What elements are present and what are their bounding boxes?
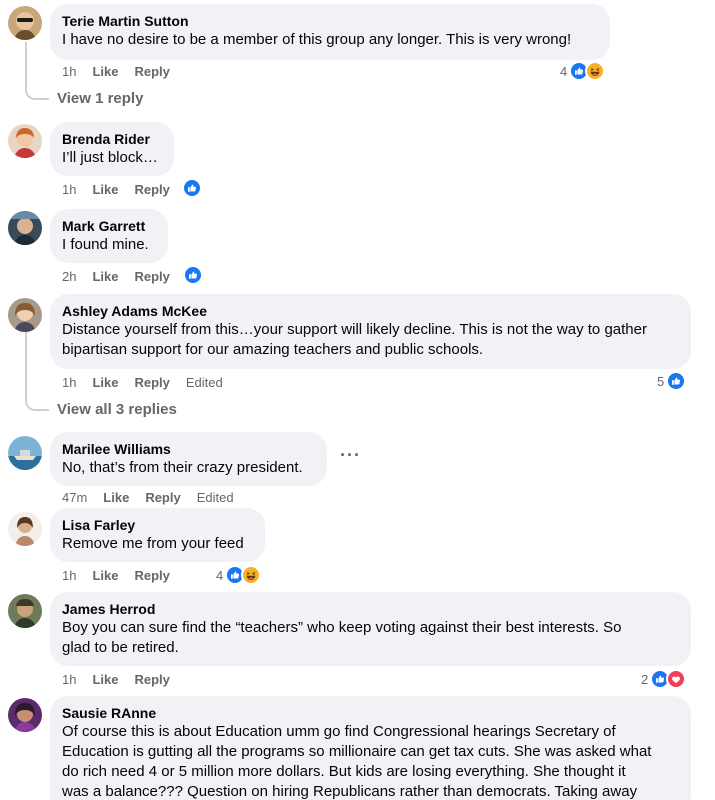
comment-actions: 47m Like Reply Edited xyxy=(62,488,250,506)
comment-bubble: James Herrod Boy you can sure find the “… xyxy=(50,592,691,666)
reply-button[interactable]: Reply xyxy=(134,182,169,197)
comment-text: I’ll just block… xyxy=(62,149,158,166)
comment-text: No, that’s from their crazy president. xyxy=(62,459,303,476)
comment-bubble: Marilee Williams No, that’s from their c… xyxy=(50,432,327,486)
reply-button[interactable]: Reply xyxy=(134,269,169,284)
comment-text: bipartisan support for our amazing teach… xyxy=(62,341,484,358)
comment-text: was a balance??? Question on hiring Repu… xyxy=(62,783,638,800)
reply-button[interactable]: Reply xyxy=(134,672,169,687)
comment-bubble: Ashley Adams McKee Distance yourself fro… xyxy=(50,294,691,369)
edited-label: Edited xyxy=(185,374,223,390)
like-button[interactable]: Like xyxy=(92,64,118,79)
reply-button[interactable]: Reply xyxy=(145,490,180,505)
like-button[interactable]: Like xyxy=(92,672,118,687)
comment-time[interactable]: 1h xyxy=(62,64,76,79)
reply-button[interactable]: Reply xyxy=(134,64,169,79)
comment-actions: 1h Like Reply xyxy=(62,566,186,584)
comment-author[interactable]: Ashley Adams McKee xyxy=(62,302,679,320)
reaction-summary[interactable]: 4 xyxy=(560,60,606,82)
comment-text: Distance yourself from this…your support… xyxy=(62,321,647,338)
comment-author[interactable]: Terie Martin Sutton xyxy=(62,12,598,30)
comment-time[interactable]: 1h xyxy=(62,375,76,390)
reaction-count: 4 xyxy=(216,567,224,583)
like-button[interactable]: Like xyxy=(92,182,118,197)
avatar[interactable] xyxy=(8,6,42,40)
like-button[interactable]: Like xyxy=(92,375,118,390)
edited-label: Edited xyxy=(196,489,234,505)
reaction-summary[interactable]: 4 xyxy=(216,564,262,586)
comment-actions: 2h Like Reply xyxy=(62,267,186,285)
thread-line xyxy=(25,42,27,88)
comment-author[interactable]: Sausie RAnne xyxy=(62,704,679,722)
comment-author[interactable]: Brenda Rider xyxy=(62,130,162,148)
comment-text: Remove me from your feed xyxy=(62,535,244,552)
comment-author[interactable]: James Herrod xyxy=(62,600,679,618)
thread-line xyxy=(25,397,49,411)
comment-actions: 1h Like Reply xyxy=(62,180,186,198)
comment-text: I have no desire to be a member of this … xyxy=(62,31,572,48)
like-reaction-icon xyxy=(666,371,687,391)
avatar[interactable] xyxy=(8,594,42,628)
comment-author[interactable]: Mark Garrett xyxy=(62,217,156,235)
comment-time[interactable]: 47m xyxy=(62,490,87,505)
reaction-summary[interactable] xyxy=(182,177,202,199)
comment-actions: 1h Like Reply xyxy=(62,62,186,80)
comment-author[interactable]: Lisa Farley xyxy=(62,516,253,534)
reply-button[interactable]: Reply xyxy=(134,568,169,583)
reaction-count: 4 xyxy=(560,63,568,79)
haha-reaction-icon xyxy=(241,565,262,585)
comment-text: do rich need 4 or 5 million more dollars… xyxy=(62,763,626,780)
like-reaction-icon xyxy=(183,265,203,285)
reaction-count: 2 xyxy=(641,671,649,687)
reaction-summary[interactable]: 2 xyxy=(641,668,687,690)
comment-author[interactable]: Marilee Williams xyxy=(62,440,315,458)
avatar[interactable] xyxy=(8,512,42,546)
thread-line xyxy=(25,86,49,100)
reaction-summary[interactable] xyxy=(183,264,203,286)
view-replies-link[interactable]: View all 3 replies xyxy=(57,401,177,418)
love-reaction-icon xyxy=(666,669,687,689)
reply-button[interactable]: Reply xyxy=(134,375,169,390)
comment-text: I found mine. xyxy=(62,236,149,253)
comment-time[interactable]: 1h xyxy=(62,182,76,197)
comment-time[interactable]: 2h xyxy=(62,269,76,284)
haha-reaction-icon xyxy=(585,61,606,81)
view-replies-link[interactable]: View 1 reply xyxy=(57,90,143,107)
comment-text: Boy you can sure find the “teachers” who… xyxy=(62,619,622,636)
avatar[interactable] xyxy=(8,298,42,332)
comment-text: Education is gutting all the programs so… xyxy=(62,743,652,760)
comment-bubble: Terie Martin Sutton I have no desire to … xyxy=(50,4,610,60)
reaction-summary[interactable]: 5 xyxy=(657,370,687,392)
avatar[interactable] xyxy=(8,211,42,245)
comment-actions: 1h Like Reply Edited xyxy=(62,373,239,391)
comment-text: glad to be retired. xyxy=(62,639,179,656)
more-options-button[interactable]: ··· xyxy=(340,445,361,466)
comment-time[interactable]: 1h xyxy=(62,568,76,583)
like-button[interactable]: Like xyxy=(92,568,118,583)
comment-text: Of course this is about Education umm go… xyxy=(62,723,616,740)
comment-actions: 1h Like Reply xyxy=(62,670,186,688)
thread-line xyxy=(25,330,27,397)
avatar[interactable] xyxy=(8,698,42,732)
comment-bubble: Lisa Farley Remove me from your feed xyxy=(50,508,265,562)
like-button[interactable]: Like xyxy=(92,269,118,284)
avatar[interactable] xyxy=(8,436,42,470)
comment-bubble: Brenda Rider I’ll just block… xyxy=(50,122,174,176)
reaction-count: 5 xyxy=(657,373,665,389)
like-reaction-icon xyxy=(182,178,202,198)
comment-time[interactable]: 1h xyxy=(62,672,76,687)
comment-bubble: Mark Garrett I found mine. xyxy=(50,209,168,263)
like-button[interactable]: Like xyxy=(103,490,129,505)
comment-bubble: Sausie RAnne Of course this is about Edu… xyxy=(50,696,691,800)
avatar[interactable] xyxy=(8,124,42,158)
